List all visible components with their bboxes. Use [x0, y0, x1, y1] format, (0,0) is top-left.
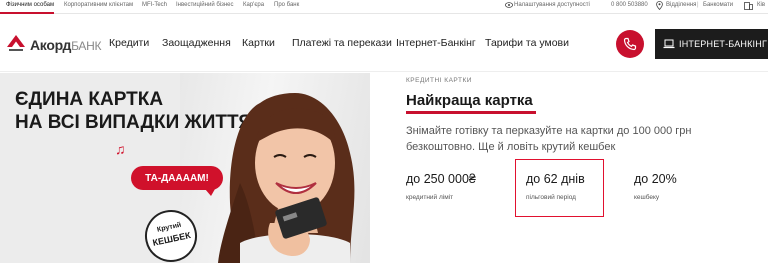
music-notes-icon: ♫ — [115, 141, 126, 157]
nav-cards[interactable]: Картки — [242, 37, 275, 49]
page-title: Найкраща картка — [406, 92, 533, 109]
highlighted-feature-frame — [515, 159, 604, 217]
woman-with-card-illustration — [218, 93, 355, 263]
internet-banking-button[interactable]: ІНТЕРНЕТ-БАНКІНГ — [655, 29, 768, 59]
feature-credit-limit-value: до 250 000₴ — [406, 172, 476, 186]
feature-cashback-value: до 20% — [634, 172, 677, 186]
nav-credits[interactable]: Кредити — [109, 37, 149, 49]
branches-link[interactable]: Відділення — [666, 2, 696, 8]
city-selector[interactable]: Ків — [757, 2, 765, 8]
feature-grace-period-label: пільговий період — [526, 194, 576, 201]
category-breadcrumb[interactable]: КРЕДИТНІ КАРТКИ — [406, 77, 472, 84]
banner-headline-line-1: ЄДИНА КАРТКА — [15, 89, 164, 110]
feature-grace-period-value: до 62 днів — [526, 172, 585, 186]
nav-payments[interactable]: Платежі та перекази — [292, 37, 392, 49]
hotline-phone[interactable]: 0 800 503880 — [611, 2, 648, 8]
laptop-icon — [663, 39, 675, 49]
top-utility-bar: Фізичним особам Корпоративним клієнтам M… — [0, 0, 768, 14]
hero-banner[interactable]: ЄДИНА КАРТКА НА ВСІ ВИПАДКИ ЖИТТЯ ♫ ТА-Д… — [0, 73, 370, 263]
segment-individuals[interactable]: Фізичним особам — [6, 2, 54, 8]
eye-icon — [505, 2, 513, 11]
nav-tariffs[interactable]: Тарифи та умови — [485, 37, 569, 49]
segment-corporate[interactable]: Корпоративним клієнтам — [64, 2, 133, 8]
feature-credit-limit-label: кредитний ліміт — [406, 194, 454, 201]
separator: | — [697, 2, 699, 8]
segment-career[interactable]: Кар'єра — [243, 2, 264, 8]
segment-about[interactable]: Про банк — [274, 2, 299, 8]
call-button[interactable] — [616, 30, 644, 58]
nav-savings[interactable]: Заощадження — [162, 37, 231, 49]
building-icon — [744, 1, 753, 13]
logo-mark-icon — [7, 35, 25, 51]
segment-investment[interactable]: Інвестиційний бізнес — [176, 2, 234, 8]
internet-banking-label: ІНТЕРНЕТ-БАНКІНГ — [679, 39, 768, 49]
feature-cashback-label: кешбеку — [634, 194, 660, 201]
title-underline — [406, 111, 536, 114]
logo-wordmark: АкордБАНК — [30, 37, 102, 53]
atms-link[interactable]: Банкомати — [703, 2, 733, 8]
map-pin-icon — [656, 1, 663, 13]
segment-mfi-tech[interactable]: MFI-Tech — [142, 2, 167, 8]
product-description: Знімайте готівку та перказуйте на картки… — [406, 125, 692, 153]
main-navigation: АкордБАНК Кредити Заощадження Картки Пла… — [0, 14, 768, 72]
accessibility-settings-link[interactable]: Налаштування доступності — [514, 2, 590, 8]
nav-internet-banking[interactable]: Інтернет-Банкінг — [396, 37, 476, 49]
bank-logo[interactable]: АкордБАНК — [6, 34, 101, 54]
phone-icon — [623, 37, 637, 51]
